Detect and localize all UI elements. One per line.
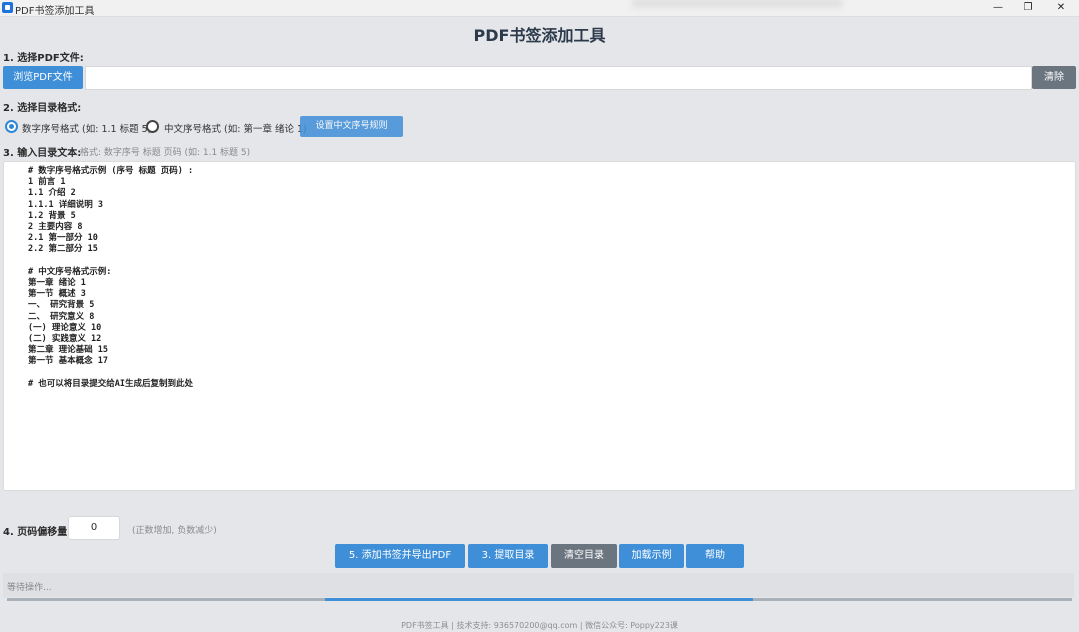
browse-pdf-button[interactable]: 浏览PDF文件 — [3, 66, 83, 89]
page-title: PDF书签添加工具 — [473, 26, 606, 45]
toc-textarea[interactable]: # 数字序号格式示例 (序号 标题 页码) : 1 前言 1 1.1 介绍 2 … — [3, 161, 1076, 491]
status-bar: 等待操作... — [3, 573, 1074, 597]
chinese-rules-button[interactable]: 设置中文序号规则 — [300, 116, 403, 137]
app-body: PDF书签添加工具 1. 选择PDF文件: 浏览PDF文件 清除 2. 选择目录… — [0, 17, 1079, 632]
radio-chinese-label[interactable]: 中文序号格式 (如: 第一章 绪论 1) — [164, 121, 307, 135]
decorative-shadow — [632, 0, 842, 10]
section1-label: 1. 选择PDF文件: — [3, 53, 84, 64]
clear-toc-button[interactable]: 清空目录 — [551, 544, 617, 568]
clear-path-button[interactable]: 清除 — [1032, 66, 1076, 89]
section2-label: 2. 选择目录格式: — [3, 103, 82, 114]
pdf-path-input[interactable] — [85, 66, 1032, 90]
section3-label: 3. 输入目录文本: — [3, 148, 82, 159]
progress-bar — [7, 598, 1072, 601]
progress-fill — [325, 598, 753, 601]
section4-label: 4. 页码偏移量: — [3, 527, 72, 538]
radio-numeric-label[interactable]: 数字序号格式 (如: 1.1 标题 5) — [22, 121, 151, 135]
footer-text: PDF书签工具 | 技术支持: 936570200@qq.com | 微信公众号… — [401, 621, 678, 630]
page-offset-input[interactable]: 0 — [68, 516, 120, 540]
toc-text[interactable]: # 数字序号格式示例 (序号 标题 页码) : 1 前言 1 1.1 介绍 2 … — [4, 162, 1075, 390]
window-titlebar: PDF书签添加工具 — ❐ ✕ — [0, 0, 1079, 17]
section4-hint: (正数增加, 负数减少) — [132, 526, 217, 536]
load-example-button[interactable]: 加载示例 — [619, 544, 684, 568]
radio-chinese-format[interactable] — [146, 120, 159, 133]
close-icon[interactable]: ✕ — [1038, 0, 1079, 16]
status-text: 等待操作... — [7, 583, 52, 593]
extract-toc-button[interactable]: 3. 提取目录 — [468, 544, 548, 568]
app-icon — [2, 2, 13, 13]
section3-hint: 格式: 数字序号 标题 页码 (如: 1.1 标题 5) — [80, 148, 251, 158]
add-bookmarks-button[interactable]: 5. 添加书签并导出PDF — [335, 544, 465, 568]
radio-numeric-format[interactable] — [5, 120, 18, 133]
window-title: PDF书签添加工具 — [15, 6, 95, 17]
help-button[interactable]: 帮助 — [686, 544, 744, 568]
